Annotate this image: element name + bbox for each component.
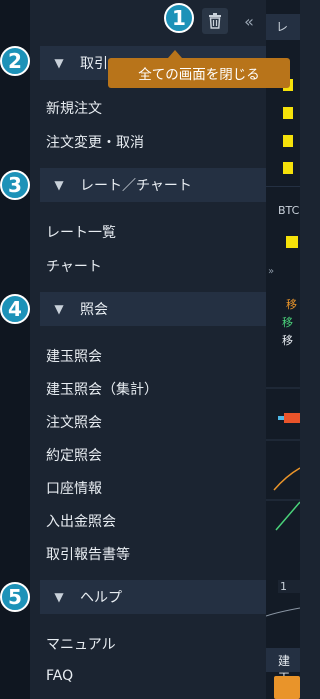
section-label: 照会 bbox=[80, 302, 108, 318]
section-label: 取引 bbox=[80, 56, 108, 72]
chart-lines bbox=[266, 387, 300, 617]
rate-marker bbox=[283, 107, 293, 119]
collapse-sidebar-button[interactable]: « bbox=[238, 8, 260, 34]
callout-badge-2: 2 bbox=[0, 46, 30, 76]
menu-item-deposit-withdrawal[interactable]: 入出金照会 bbox=[46, 511, 116, 531]
menu-item-position-summary[interactable]: 建玉照会（集計） bbox=[46, 379, 158, 399]
chart-marker bbox=[286, 236, 298, 248]
menu-item-execution-inquiry[interactable]: 約定照会 bbox=[46, 445, 102, 465]
chart-legend-label: 移 bbox=[282, 334, 293, 347]
chart-symbol-label: BTC bbox=[278, 204, 300, 217]
menu-item-chart[interactable]: チャート bbox=[46, 256, 102, 276]
divider bbox=[266, 186, 300, 187]
section-header-inquiry[interactable]: ▼ 照会 bbox=[40, 292, 266, 326]
menu-item-new-order[interactable]: 新規注文 bbox=[46, 98, 102, 118]
sidebar-toolbar: « bbox=[30, 0, 266, 40]
tooltip-close-all: 全ての画面を閉じる bbox=[108, 50, 290, 88]
menu-item-order-inquiry[interactable]: 注文照会 bbox=[46, 412, 102, 432]
menu-item-manual[interactable]: マニュアル bbox=[46, 634, 116, 654]
chevron-down-icon: ▼ bbox=[54, 590, 64, 604]
chevron-down-icon: ▼ bbox=[54, 56, 64, 70]
sidebar-menu: « ▼ 取引 新規注文 注文変更・取消 ▼ レート／チャート レート一覧 チャー… bbox=[30, 0, 266, 699]
menu-item-trade-reports[interactable]: 取引報告書等 bbox=[46, 544, 130, 564]
double-chevron-left-icon: « bbox=[244, 11, 254, 31]
callout-badge-3: 3 bbox=[0, 170, 30, 200]
close-all-button[interactable] bbox=[202, 8, 228, 34]
menu-item-account-info[interactable]: 口座情報 bbox=[46, 478, 102, 498]
callout-badge-5: 5 bbox=[0, 582, 30, 612]
main-content-panel: レ BTC » 移 移 移 1 建玉 bbox=[266, 0, 300, 699]
expand-chart-icon[interactable]: » bbox=[268, 266, 274, 277]
chart-legend-label: 移 bbox=[286, 298, 297, 311]
orange-action-button[interactable] bbox=[274, 676, 300, 699]
section-header-help[interactable]: ▼ ヘルプ bbox=[40, 580, 266, 614]
rate-marker bbox=[283, 135, 293, 147]
rate-panel-header: レ bbox=[266, 14, 300, 40]
chart-legend-label: 移 bbox=[282, 316, 293, 329]
section-header-rate-chart[interactable]: ▼ レート／チャート bbox=[40, 168, 266, 202]
menu-item-position-inquiry[interactable]: 建玉照会 bbox=[46, 346, 102, 366]
menu-item-faq[interactable]: FAQ bbox=[46, 668, 73, 684]
axis-value: 1 bbox=[278, 580, 300, 593]
chevron-down-icon: ▼ bbox=[54, 302, 64, 316]
section-label: ヘルプ bbox=[80, 590, 122, 606]
menu-item-rate-list[interactable]: レート一覧 bbox=[46, 222, 116, 242]
section-label: レート／チャート bbox=[80, 178, 192, 194]
trash-icon bbox=[209, 13, 221, 29]
rate-marker bbox=[283, 162, 293, 174]
callout-badge-4: 4 bbox=[0, 294, 30, 324]
menu-item-modify-cancel-order[interactable]: 注文変更・取消 bbox=[46, 132, 144, 152]
chevron-down-icon: ▼ bbox=[54, 178, 64, 192]
callout-badge-1: 1 bbox=[164, 3, 194, 33]
